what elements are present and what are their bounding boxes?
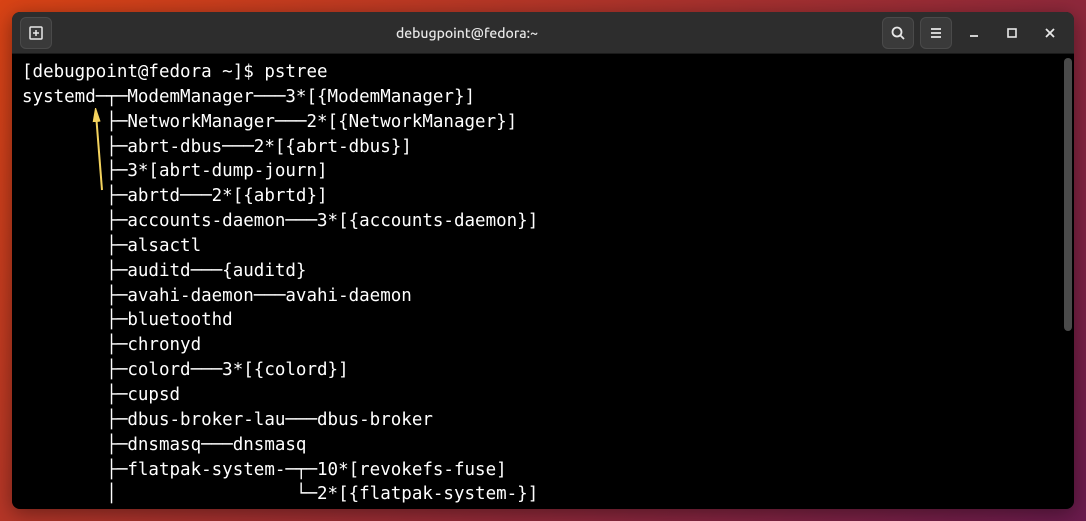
- output-line: ├─dnsmasq───dnsmasq: [22, 435, 306, 455]
- output-line: ├─chronyd: [22, 335, 201, 355]
- menu-button[interactable]: [920, 17, 952, 49]
- terminal-body[interactable]: [debugpoint@fedora ~]$ pstree systemd─┬─…: [12, 54, 1074, 509]
- terminal-window: debugpoint@fedora:~: [12, 12, 1074, 509]
- output-line: ├─colord───3*[{colord}]: [22, 360, 349, 380]
- output-line: │ └─2*[{flatpak-system-}]: [22, 484, 538, 504]
- output-line: ├─abrt-dbus───2*[{abrt-dbus}]: [22, 137, 412, 157]
- output-line: ├─flatpak-system-─┬─10*[revokefs-fuse]: [22, 460, 507, 480]
- output-line: ├─avahi-daemon───avahi-daemon: [22, 286, 412, 306]
- output-line: ├─auditd───{auditd}: [22, 261, 306, 281]
- output-line: ├─dbus-broker-lau───dbus-broker: [22, 410, 433, 430]
- window-title: debugpoint@fedora:~: [52, 25, 882, 41]
- output-line: ├─abrtd───2*[{abrtd}]: [22, 186, 328, 206]
- maximize-icon: [1006, 27, 1018, 39]
- titlebar: debugpoint@fedora:~: [12, 12, 1074, 54]
- minimize-button[interactable]: [958, 17, 990, 49]
- new-tab-button[interactable]: [20, 17, 52, 49]
- output-line: systemd─┬─ModemManager───3*[{ModemManage…: [22, 87, 475, 107]
- output-line: ├─3*[abrt-dump-journ]: [22, 161, 328, 181]
- close-icon: [1044, 27, 1056, 39]
- prompt: [debugpoint@fedora ~]$: [22, 62, 264, 82]
- close-button[interactable]: [1034, 17, 1066, 49]
- hamburger-icon: [928, 25, 944, 41]
- new-tab-icon: [28, 25, 44, 41]
- maximize-button[interactable]: [996, 17, 1028, 49]
- command: pstree: [264, 62, 327, 82]
- output-line: ├─alsactl: [22, 236, 201, 256]
- output-line: ├─bluetoothd: [22, 310, 233, 330]
- output-line: ├─NetworkManager───2*[{NetworkManager}]: [22, 112, 517, 132]
- search-icon: [890, 25, 906, 41]
- minimize-icon: [968, 27, 980, 39]
- output-line: ├─cupsd: [22, 385, 180, 405]
- scrollbar[interactable]: [1064, 58, 1072, 331]
- search-button[interactable]: [882, 17, 914, 49]
- output-line: ├─accounts-daemon───3*[{accounts-daemon}…: [22, 211, 538, 231]
